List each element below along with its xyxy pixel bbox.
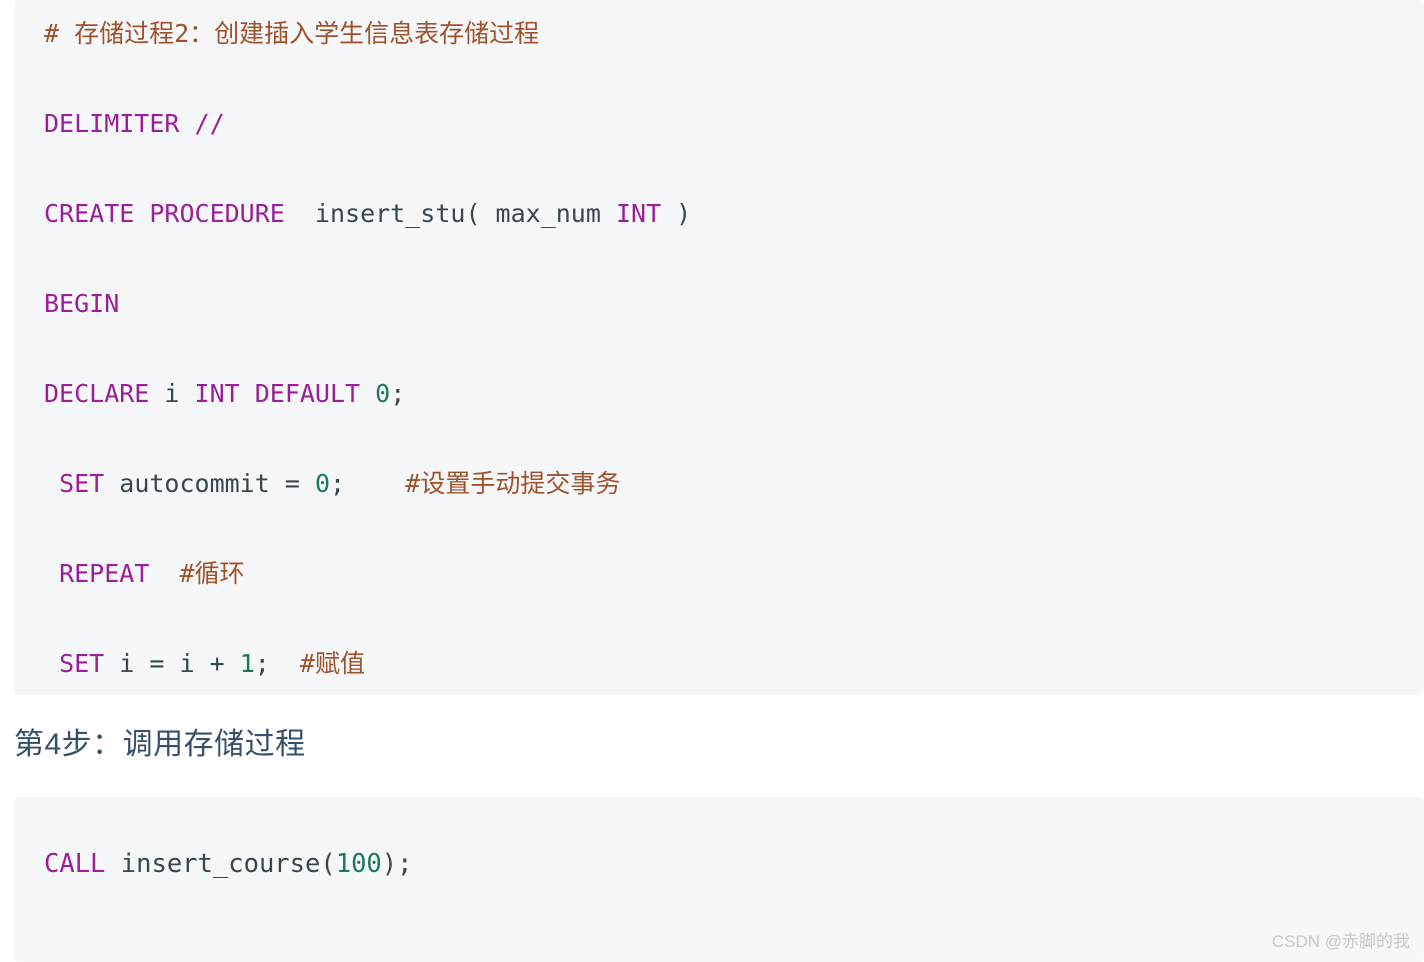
code-token-plain: autocommit = [104,469,315,498]
code-line: CALL insert_course(100); [44,819,1424,909]
code-token-number: 0 [314,469,330,498]
code-line: SET i = i + 1; #赋值 [44,641,1424,686]
code-token-keyword: CALL [44,849,106,879]
code-line: BEGIN [44,281,1424,326]
code-token-keyword: BEGIN [44,289,120,318]
code-block-call-procedure[interactable]: CALL insert_course(100); CALL insert_stu… [14,797,1424,962]
code-token-number: 0 [375,379,391,408]
code-token-plain: i [149,379,195,408]
code-token-plain: ; [254,649,300,678]
code-token-keyword: DECLARE [44,379,150,408]
code-content-stored-procedure: # 存储过程2：创建插入学生信息表存储过程 DELIMITER // CREAT… [14,0,1424,695]
code-line: CREATE PROCEDURE insert_stu( max_num INT… [44,191,1424,236]
code-token-keyword: SET [59,649,105,678]
code-token-keyword: DELIMITER [44,109,180,138]
code-token-plain: ); [381,849,413,879]
code-token-keyword: INT [615,199,662,228]
code-token-plain: i = i + [104,649,240,678]
code-token-comment: #设置手动提交事务 [405,469,621,498]
code-token-comment: # 存储过程2：创建插入学生信息表存储过程 [44,19,540,48]
code-line: # 存储过程2：创建插入学生信息表存储过程 [44,11,1424,56]
code-line: DECLARE i INT DEFAULT 0; [44,371,1424,416]
code-content-call-procedure: CALL insert_course(100); CALL insert_stu… [14,797,1424,962]
code-token-keyword: REPEAT [59,559,150,588]
code-token-number: 1 [239,649,255,678]
code-block-stored-procedure[interactable]: # 存储过程2：创建插入学生信息表存储过程 DELIMITER // CREAT… [14,0,1424,695]
code-token-keyword: INT DEFAULT [194,379,361,408]
code-token-keyword: CREATE PROCEDURE [44,199,285,228]
code-line: REPEAT #循环 [44,551,1424,596]
csdn-watermark: CSDN @赤脚的我 [1271,932,1410,951]
code-token-plain: ; [330,469,406,498]
code-token-plain: insert_stu( max_num [284,199,616,228]
section-heading-step4: 第4步：调用存储过程 [14,728,306,761]
code-token-plain: ) [661,199,692,228]
code-token-plain: insert_course( [105,849,336,879]
code-token-keyword: // [194,109,225,138]
code-token-comment: #循环 [179,559,245,588]
code-token-keyword: SET [59,469,105,498]
code-token-number: 100 [335,849,382,879]
code-line: DELIMITER // [44,101,1424,146]
code-line: SET autocommit = 0; #设置手动提交事务 [44,461,1424,506]
code-token-comment: #赋值 [299,649,365,678]
code-token-plain: ; [390,379,406,408]
